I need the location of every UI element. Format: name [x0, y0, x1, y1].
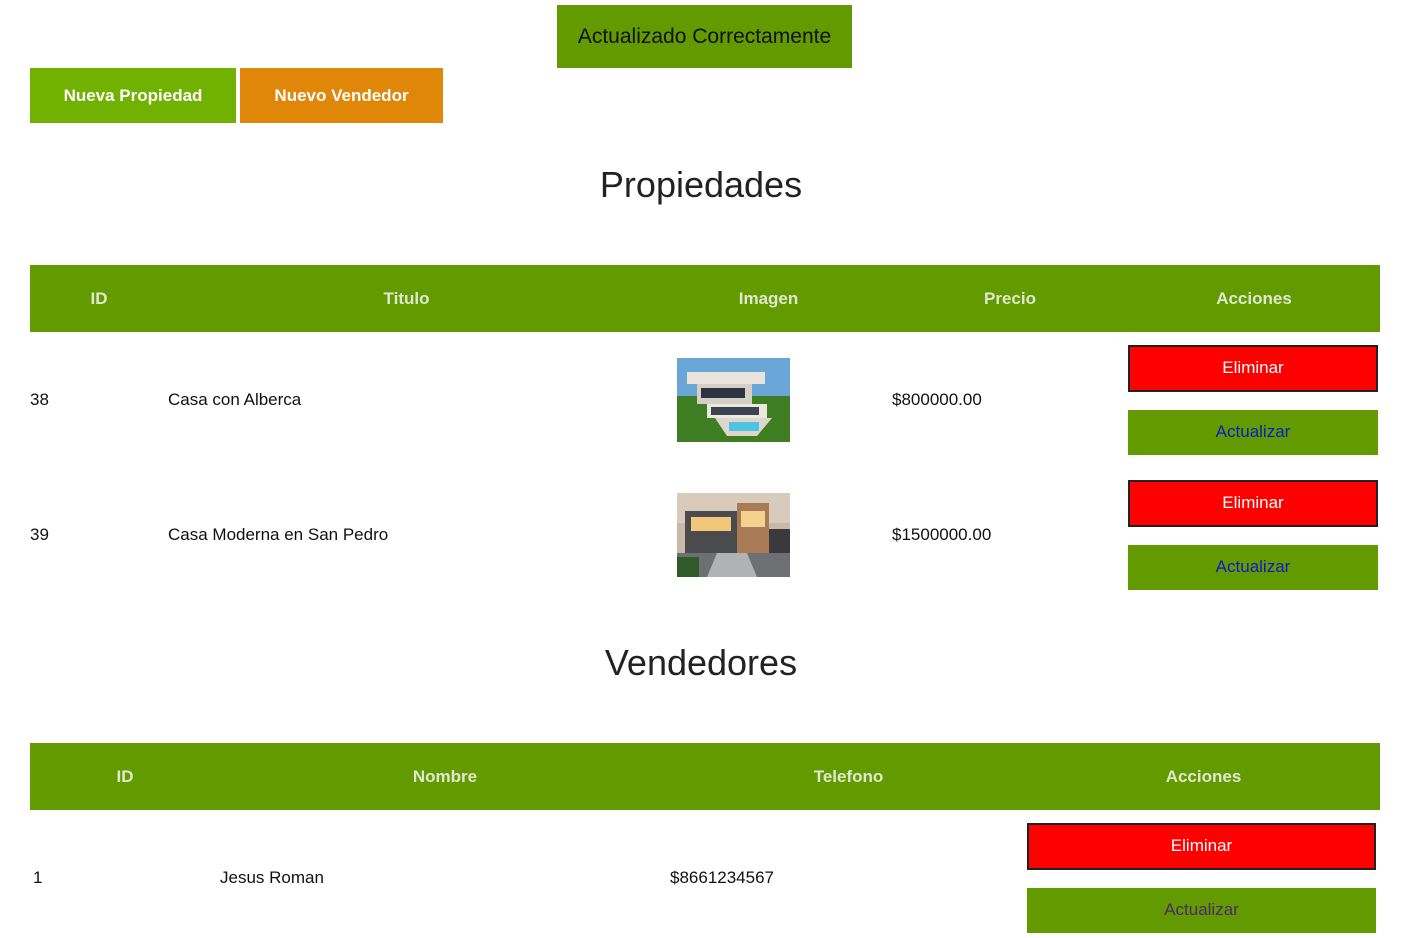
header-actions: Acciones	[1216, 288, 1292, 308]
header-title: Titulo	[383, 288, 430, 308]
property-image-cell	[645, 332, 892, 467]
header-id: ID	[90, 288, 108, 308]
seller-id: 1	[33, 867, 43, 887]
update-button[interactable]: Actualizar	[1027, 887, 1376, 933]
property-image-cell	[645, 467, 892, 602]
success-alert: Actualizado Correctamente	[557, 5, 852, 68]
property-actions: Eliminar Actualizar	[1128, 332, 1380, 467]
header-id: ID	[116, 766, 134, 786]
properties-heading: Propiedades	[599, 164, 803, 205]
delete-button[interactable]: Eliminar	[1128, 344, 1378, 392]
properties-header-row: ID Titulo Imagen Precio Acciones	[30, 265, 1380, 332]
new-property-button[interactable]: Nueva Propiedad	[30, 68, 236, 123]
seller-name: Jesus Roman	[220, 867, 324, 887]
property-title: Casa Moderna en San Pedro	[168, 524, 389, 544]
sellers-header-row: ID Nombre Telefono Acciones	[30, 743, 1380, 810]
property-id: 38	[30, 389, 49, 409]
update-button[interactable]: Actualizar	[1128, 409, 1378, 455]
house-with-pool-image	[677, 357, 790, 442]
header-actions: Acciones	[1165, 766, 1242, 786]
seller-phone: $8661234567	[670, 867, 775, 887]
sellers-table: ID Nombre Telefono Acciones 1 Jesus Roma…	[30, 743, 1380, 938]
header-image: Imagen	[738, 288, 799, 308]
table-row: 39 Casa Moderna en San Pedro $1500000.00…	[30, 467, 1380, 602]
property-title: Casa con Alberca	[168, 389, 302, 409]
header-name: Nombre	[412, 766, 478, 786]
modern-house-image	[677, 492, 790, 577]
seller-actions: Eliminar Actualizar	[1027, 810, 1380, 938]
header-price: Precio	[984, 288, 1036, 308]
property-actions: Eliminar Actualizar	[1128, 467, 1380, 602]
property-price: $1500000.00	[892, 524, 992, 544]
header-phone: Telefono	[813, 766, 884, 786]
update-button[interactable]: Actualizar	[1128, 544, 1378, 590]
sellers-heading: Vendedores	[604, 642, 798, 683]
properties-table: ID Titulo Imagen Precio Acciones 38 Casa…	[30, 265, 1380, 602]
table-row: 1 Jesus Roman $8661234567 Eliminar Actua…	[30, 810, 1380, 938]
delete-button[interactable]: Eliminar	[1128, 479, 1378, 527]
table-row: 38 Casa con Alberca $800000.00 Eliminar …	[30, 332, 1380, 467]
property-id: 39	[30, 524, 49, 544]
new-seller-button[interactable]: Nuevo Vendedor	[240, 68, 443, 123]
delete-button[interactable]: Eliminar	[1027, 822, 1376, 870]
property-price: $800000.00	[892, 389, 982, 409]
